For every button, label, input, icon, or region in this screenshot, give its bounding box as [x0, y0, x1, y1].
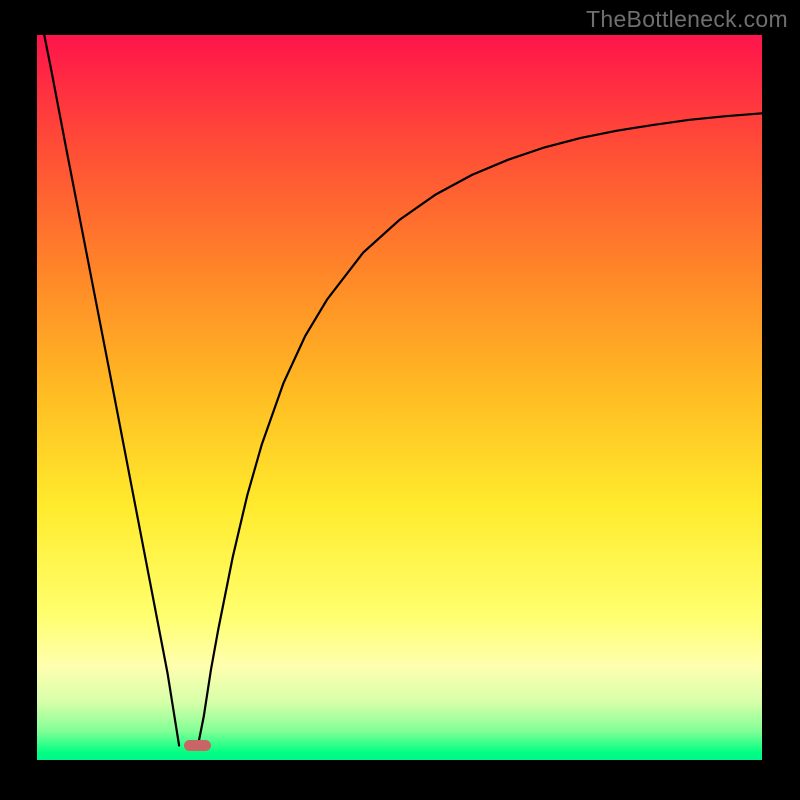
gradient-plot-area [37, 35, 762, 760]
optimal-marker [184, 740, 211, 751]
curve-right-branch [198, 113, 762, 745]
chart-frame: TheBottleneck.com [0, 0, 800, 800]
watermark-label: TheBottleneck.com [586, 6, 788, 33]
curve-left-branch [44, 35, 179, 746]
bottleneck-curve [37, 35, 762, 760]
